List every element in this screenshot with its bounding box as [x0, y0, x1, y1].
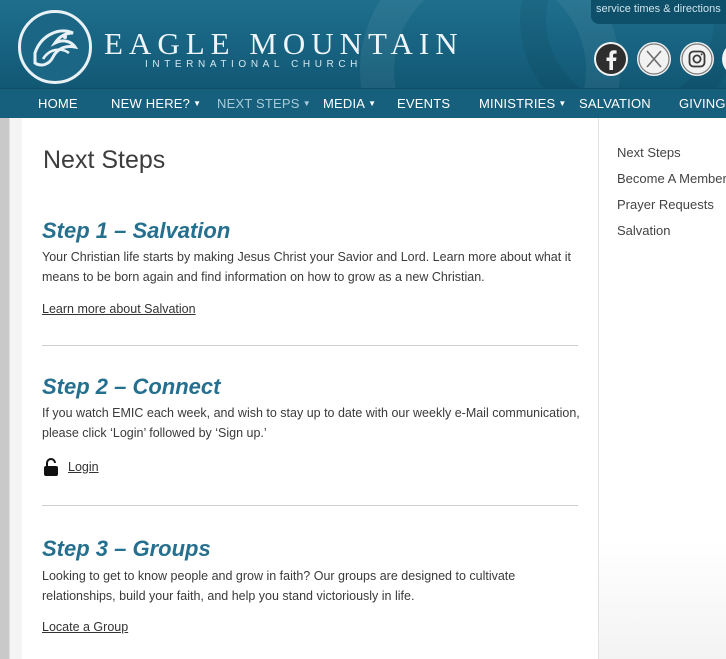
- service-times-link[interactable]: service times & directions: [591, 0, 726, 24]
- nav-salvation[interactable]: SALVATION: [579, 96, 651, 111]
- nav-events[interactable]: EVENTS: [397, 96, 450, 111]
- step-description: If you watch EMIC each week, and wish to…: [42, 406, 580, 440]
- brand-subtitle: INTERNATIONAL CHURCH: [145, 59, 363, 70]
- step-title: Step 3 – Groups: [42, 536, 211, 561]
- nav-label: SALVATION: [579, 96, 651, 111]
- x-icon[interactable]: [637, 42, 671, 76]
- login-link[interactable]: Login: [68, 460, 99, 474]
- nav-label: NEXT STEPS: [217, 96, 300, 111]
- nav-label: MEDIA: [323, 96, 366, 111]
- nav-home[interactable]: HOME: [38, 96, 78, 111]
- nav-ministries[interactable]: MINISTRIES ▼: [479, 96, 567, 111]
- facebook-icon[interactable]: [594, 42, 628, 76]
- sidebar-item-next-steps[interactable]: Next Steps: [617, 145, 681, 160]
- step-description: Looking to get to know people and grow i…: [42, 569, 516, 603]
- divider: [42, 505, 578, 506]
- nav-media[interactable]: MEDIA ▼: [323, 96, 376, 111]
- step-title: Step 1 – Salvation: [42, 218, 231, 243]
- brand-name[interactable]: EAGLE MOUNTAIN: [104, 26, 464, 62]
- sidebar-item-prayer-requests[interactable]: Prayer Requests: [617, 197, 714, 212]
- page-frame: [9, 118, 23, 659]
- main-nav: HOME NEW HERE? ▼ NEXT STEPS ▼ MEDIA ▼ EVENT…: [0, 88, 726, 118]
- caret-down-icon: ▼: [368, 99, 377, 108]
- sidebar-item-become-member[interactable]: Become A Member: [617, 171, 726, 186]
- instagram-icon[interactable]: [680, 42, 714, 76]
- step-description: Your Christian life starts by making Jes…: [42, 250, 571, 284]
- page-title: Next Steps: [43, 146, 166, 174]
- caret-down-icon: ▼: [302, 99, 311, 108]
- nav-next-steps[interactable]: NEXT STEPS ▼: [217, 96, 311, 111]
- salvation-link[interactable]: Learn more about Salvation: [42, 302, 196, 316]
- unlock-icon: [44, 458, 58, 476]
- eagle-logo-icon[interactable]: [18, 10, 92, 84]
- nav-new-here[interactable]: NEW HERE? ▼: [111, 96, 201, 111]
- nav-label: HOME: [38, 96, 78, 111]
- nav-label: MINISTRIES: [479, 96, 556, 111]
- site-header: EAGLE MOUNTAIN INTERNATIONAL CHURCH serv…: [0, 0, 726, 88]
- sidebar-item-salvation[interactable]: Salvation: [617, 223, 670, 238]
- nav-label: NEW HERE?: [111, 96, 191, 111]
- nav-label: EVENTS: [397, 96, 451, 111]
- nav-label: GIVING: [679, 96, 726, 111]
- step-title: Step 2 – Connect: [42, 374, 221, 399]
- nav-giving[interactable]: GIVING: [679, 96, 726, 111]
- divider: [42, 345, 578, 346]
- caret-down-icon: ▼: [558, 99, 567, 108]
- locate-group-link[interactable]: Locate a Group: [42, 620, 128, 634]
- caret-down-icon: ▼: [193, 99, 202, 108]
